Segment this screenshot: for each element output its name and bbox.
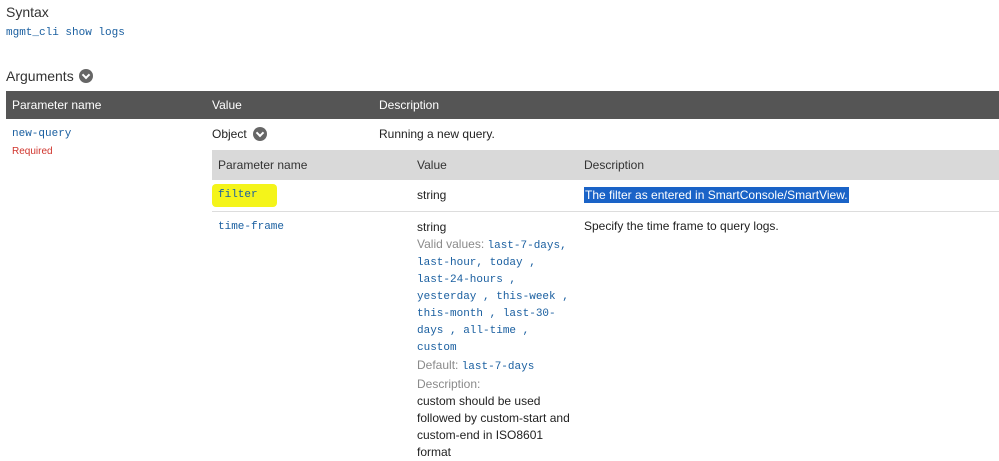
default-label: Default: — [417, 358, 459, 372]
syntax-command: mgmt_cli show logs — [6, 27, 125, 39]
valid-value-line: last-7-days, — [487, 240, 567, 252]
new-query-description: Running a new query. — [379, 127, 495, 141]
object-label: Object — [212, 127, 247, 141]
table-header: Parameter name Value Description — [6, 91, 999, 119]
valid-value-line: this-month , last-30- — [417, 308, 556, 320]
time-frame-type: string — [417, 220, 447, 234]
header-parameter-name: Parameter name — [12, 98, 102, 112]
param-filter[interactable]: filter — [218, 189, 258, 201]
chevron-down-icon[interactable] — [78, 69, 93, 83]
default-line: Default: last-7-days — [417, 357, 587, 376]
param-time-frame[interactable]: time-frame — [218, 221, 284, 233]
required-badge: Required — [12, 146, 53, 157]
header-description: Description — [379, 98, 440, 112]
description-line: followed by custom-start and — [417, 411, 570, 425]
header-value: Value — [212, 98, 242, 112]
valid-value-line: last-24-hours , — [417, 274, 517, 286]
valid-value-line: custom — [417, 342, 457, 354]
object-toggle[interactable]: Object — [212, 127, 267, 141]
subheader-parameter-name: Parameter name — [218, 158, 308, 172]
description-line: custom should be used — [417, 394, 541, 408]
param-new-query[interactable]: new-query — [12, 128, 71, 140]
valid-values-label: Valid values: — [417, 237, 485, 251]
subtable-header: Parameter name Value Description — [212, 150, 999, 180]
filter-value: string — [417, 188, 447, 202]
description-label: Description: — [417, 377, 481, 391]
time-frame-description: Specify the time frame to query logs. — [584, 219, 779, 233]
filter-description-selected[interactable]: The filter as entered in SmartConsole/Sm… — [584, 187, 849, 203]
subheader-description: Description — [584, 158, 645, 172]
valid-value-line: last-hour, today , — [417, 257, 536, 269]
description-line: format — [417, 445, 452, 459]
syntax-heading: Syntax — [6, 4, 49, 20]
subheader-value: Value — [417, 158, 447, 172]
valid-values-line: Valid values: last-7-days, — [417, 236, 587, 255]
valid-value-line: days , all-time , — [417, 325, 530, 337]
valid-value-line: yesterday , this-week , — [417, 291, 569, 303]
default-value: last-7-days — [461, 361, 535, 373]
row-divider — [212, 211, 999, 212]
description-line: custom-end in ISO8601 — [417, 428, 544, 442]
time-frame-value: string Valid values: last-7-days, last-h… — [417, 219, 587, 461]
arguments-heading-label: Arguments — [6, 68, 74, 84]
chevron-down-icon[interactable] — [252, 127, 267, 141]
filter-highlight[interactable]: filter — [212, 184, 277, 207]
arguments-heading[interactable]: Arguments — [6, 68, 93, 84]
